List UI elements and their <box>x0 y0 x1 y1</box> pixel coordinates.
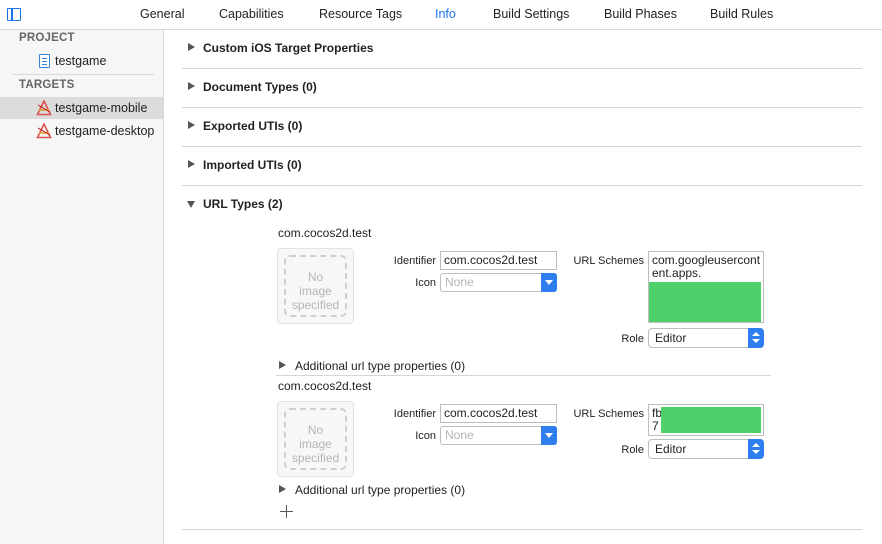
url-schemes-field[interactable]: fb 7 <box>648 404 764 436</box>
disclosure-arrow-expanded-icon[interactable] <box>187 201 195 208</box>
image-placeholder-text: No image specified <box>291 270 340 312</box>
role-label: Role <box>621 333 644 345</box>
editor-tab-bar: General Capabilities Resource Tags Info … <box>0 0 882 30</box>
url-schemes-label: URL Schemes <box>573 255 644 267</box>
url-type-image-well[interactable]: No image specified <box>277 401 354 477</box>
additional-properties-toggle[interactable]: Additional url type properties (0) <box>279 359 579 373</box>
chevron-down-icon[interactable] <box>541 273 557 292</box>
section-title: Custom iOS Target Properties <box>203 41 374 55</box>
url-schemes-field[interactable]: com.googleusercont ent.apps. <box>648 251 764 323</box>
section-exported-utis[interactable]: Exported UTIs (0) <box>182 108 862 147</box>
sidebar-divider <box>12 74 154 75</box>
section-title: Imported UTIs (0) <box>203 158 302 172</box>
icon-select[interactable]: None <box>440 273 557 292</box>
identifier-label: Identifier <box>393 408 436 420</box>
section-title: URL Types (2) <box>203 197 283 211</box>
role-popup-value: Editor <box>655 442 687 456</box>
sidebar-item-label: testgame <box>55 54 107 68</box>
disclosure-arrow-icon[interactable] <box>279 485 286 493</box>
identifier-field[interactable]: com.cocos2d.test <box>440 404 557 423</box>
tab-capabilities[interactable]: Capabilities <box>219 7 284 21</box>
sidebar-item-label: testgame-mobile <box>55 101 148 115</box>
url-type-image-well[interactable]: No image specified <box>277 248 354 324</box>
sidebar-item-target-desktop[interactable]: testgame-desktop <box>0 120 163 142</box>
section-document-types[interactable]: Document Types (0) <box>182 69 862 108</box>
tab-info[interactable]: Info <box>435 7 456 21</box>
disclosure-arrow-icon[interactable] <box>279 361 286 369</box>
disclosure-arrow-icon[interactable] <box>188 121 195 129</box>
section-custom-ios-target-properties[interactable]: Custom iOS Target Properties <box>182 30 862 69</box>
additional-properties-label: Additional url type properties (0) <box>295 359 466 373</box>
tab-build-settings[interactable]: Build Settings <box>493 7 569 21</box>
additional-properties-label: Additional url type properties (0) <box>295 483 466 497</box>
additional-properties-toggle[interactable]: Additional url type properties (0) <box>279 483 579 497</box>
url-schemes-label: URL Schemes <box>573 408 644 420</box>
project-file-icon <box>39 54 50 68</box>
icon-select[interactable]: None <box>440 426 557 445</box>
add-url-type-plus-icon[interactable] <box>280 505 293 518</box>
url-scheme-line: ent.apps. <box>652 266 702 280</box>
disclosure-arrow-icon[interactable] <box>188 160 195 168</box>
targets-section-header: TARGETS <box>19 79 75 91</box>
up-down-chevron-icon[interactable] <box>748 439 764 459</box>
url-type-separator <box>276 375 771 376</box>
tab-build-phases[interactable]: Build Phases <box>604 7 677 21</box>
icon-select-value: None <box>445 275 474 289</box>
tab-build-rules[interactable]: Build Rules <box>710 7 773 21</box>
section-imported-utis[interactable]: Imported UTIs (0) <box>182 147 862 186</box>
role-popup-value: Editor <box>655 331 687 345</box>
identifier-label: Identifier <box>393 255 436 267</box>
up-down-chevron-icon[interactable] <box>748 328 764 348</box>
disclosure-arrow-icon[interactable] <box>188 43 195 51</box>
disclosure-arrow-icon[interactable] <box>188 82 195 90</box>
tab-general[interactable]: General <box>140 7 184 21</box>
sidebar-item-target-mobile[interactable]: testgame-mobile <box>0 97 163 119</box>
project-section-header: PROJECT <box>19 32 75 44</box>
sidebar-item-label: testgame-desktop <box>55 124 155 138</box>
app-target-icon <box>36 123 52 139</box>
role-popup[interactable]: Editor <box>648 328 764 348</box>
section-title: Document Types (0) <box>203 80 317 94</box>
icon-label: Icon <box>415 430 436 442</box>
tab-resource-tags[interactable]: Resource Tags <box>319 7 402 21</box>
app-target-icon <box>36 100 52 116</box>
role-popup[interactable]: Editor <box>648 439 764 459</box>
info-editor: Custom iOS Target Properties Document Ty… <box>164 30 882 544</box>
url-type-name: com.cocos2d.test <box>278 226 372 240</box>
redaction-box <box>649 282 761 322</box>
project-navigator-sidebar: PROJECT testgame TARGETS testgame-mobile… <box>0 30 164 544</box>
sidebar-item-project[interactable]: testgame <box>0 50 163 72</box>
icon-select-value: None <box>445 428 474 442</box>
image-placeholder-text: No image specified <box>291 423 340 465</box>
image-placeholder: No image specified <box>284 255 347 317</box>
redaction-box <box>661 407 761 433</box>
sidebar-toggle-icon[interactable] <box>7 8 21 21</box>
identifier-field[interactable]: com.cocos2d.test <box>440 251 557 270</box>
url-type-name: com.cocos2d.test <box>278 379 372 393</box>
icon-label: Icon <box>415 277 436 289</box>
section-title: Exported UTIs (0) <box>203 119 303 133</box>
chevron-down-icon[interactable] <box>541 426 557 445</box>
role-label: Role <box>621 444 644 456</box>
image-placeholder: No image specified <box>284 408 347 470</box>
